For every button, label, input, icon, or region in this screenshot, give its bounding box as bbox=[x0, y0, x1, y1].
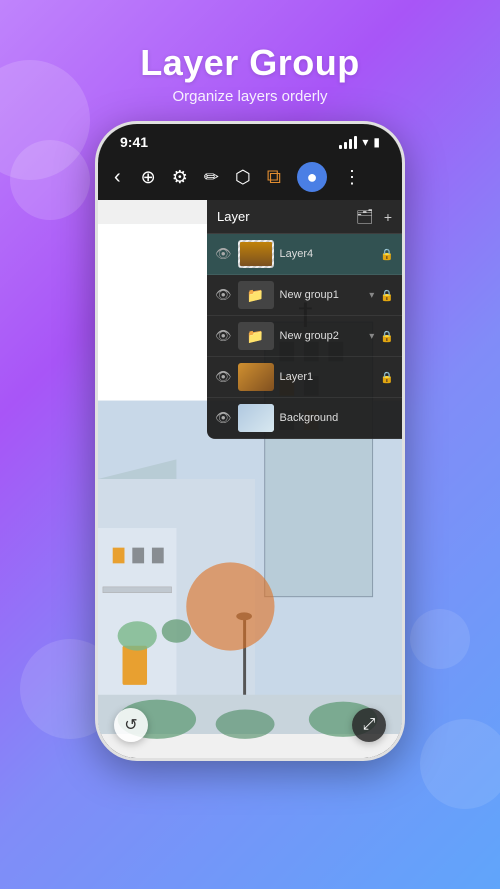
color-tool-button[interactable]: ● bbox=[297, 162, 327, 192]
page-subtitle: Organize layers orderly bbox=[140, 88, 360, 105]
layer-thumb-layer1 bbox=[238, 363, 274, 391]
layer-name-newgroup1: New group1 bbox=[280, 289, 364, 301]
pen-tool-button[interactable]: ✏ bbox=[204, 167, 219, 188]
layer-panel-header: Layer 🗂 + bbox=[207, 200, 402, 234]
signal-bar-2 bbox=[344, 142, 347, 149]
settings-tool-button[interactable]: ⚙ bbox=[172, 167, 188, 188]
layer-row-newgroup2[interactable]: 👁 📁 New group2 ▾ 🔒 bbox=[207, 316, 402, 357]
layer-name-layer1: Layer1 bbox=[280, 371, 375, 383]
layer-panel-title: Layer bbox=[217, 209, 250, 224]
layer-tool-button[interactable]: ⧉ bbox=[267, 166, 281, 189]
battery-icon: ▮ bbox=[373, 135, 380, 149]
eraser-tool-button[interactable]: ⬡ bbox=[235, 167, 251, 188]
status-icons: ▾ ▮ bbox=[339, 135, 380, 149]
signal-bar-4 bbox=[354, 136, 357, 149]
layer-row-layer4[interactable]: 👁 Layer4 🔒 bbox=[207, 234, 402, 275]
decorative-blob-4 bbox=[410, 609, 470, 669]
layer-name-background: Background bbox=[280, 412, 394, 424]
back-button[interactable]: ‹ bbox=[114, 166, 121, 189]
decorative-blob-1 bbox=[0, 60, 90, 180]
undo-button[interactable]: ↺ bbox=[114, 708, 148, 742]
layer-thumb-newgroup2: 📁 bbox=[238, 322, 274, 350]
layer-row-layer1[interactable]: 👁 Layer1 🔒 bbox=[207, 357, 402, 398]
layer-thumb-layer4 bbox=[238, 240, 274, 268]
phone-frame: 9:41 ▾ ▮ ‹ ⊕ ⚙ ✏ ⬡ ⧉ ● ⋮ bbox=[95, 121, 405, 761]
layer-name-newgroup2: New group2 bbox=[280, 330, 364, 342]
visibility-icon-layer1[interactable]: 👁 bbox=[215, 369, 232, 385]
visibility-icon-layer4[interactable]: 👁 bbox=[215, 246, 232, 262]
layer-row-newgroup1[interactable]: 👁 📁 New group1 ▾ 🔒 bbox=[207, 275, 402, 316]
layer-thumb-newgroup1: 📁 bbox=[238, 281, 274, 309]
header: Layer Group Organize layers orderly bbox=[140, 0, 360, 105]
decorative-blob-2 bbox=[10, 140, 90, 220]
add-tool-button[interactable]: ⊕ bbox=[141, 167, 156, 188]
signal-bar-1 bbox=[339, 145, 342, 149]
more-tool-button[interactable]: ⋮ bbox=[343, 167, 361, 188]
decorative-blob-5 bbox=[420, 719, 500, 809]
page-title: Layer Group bbox=[140, 42, 360, 84]
add-folder-button[interactable]: 🗂 bbox=[356, 208, 374, 225]
layer-row-background[interactable]: 👁 Background bbox=[207, 398, 402, 439]
visibility-icon-newgroup2[interactable]: 👁 bbox=[215, 328, 232, 344]
layer-panel-actions: 🗂 + bbox=[356, 208, 392, 225]
lock-icon-layer1[interactable]: 🔒 bbox=[380, 371, 394, 384]
layer-thumb-background bbox=[238, 404, 274, 432]
expand-button[interactable]: ⤢ bbox=[352, 708, 386, 742]
chevron-icon-newgroup2[interactable]: ▾ bbox=[369, 331, 374, 342]
lock-icon-newgroup2[interactable]: 🔒 bbox=[380, 330, 394, 343]
layer-panel: Layer 🗂 + 👁 Layer4 🔒 bbox=[207, 200, 402, 439]
add-layer-button[interactable]: + bbox=[384, 209, 392, 225]
phone-screen: 9:41 ▾ ▮ ‹ ⊕ ⚙ ✏ ⬡ ⧉ ● ⋮ bbox=[98, 124, 402, 758]
signal-bars-icon bbox=[339, 136, 357, 149]
lock-icon-newgroup1[interactable]: 🔒 bbox=[380, 289, 394, 302]
wifi-icon: ▾ bbox=[362, 135, 368, 149]
chevron-icon-newgroup1[interactable]: ▾ bbox=[369, 290, 374, 301]
layer-name-layer4: Layer4 bbox=[280, 248, 375, 260]
canvas-area: Layer 🗂 + 👁 Layer4 🔒 bbox=[98, 200, 402, 758]
visibility-icon-newgroup1[interactable]: 👁 bbox=[215, 287, 232, 303]
status-bar: 9:41 ▾ ▮ bbox=[98, 124, 402, 154]
toolbar: ‹ ⊕ ⚙ ✏ ⬡ ⧉ ● ⋮ bbox=[98, 154, 402, 200]
visibility-icon-background[interactable]: 👁 bbox=[215, 410, 232, 426]
signal-bar-3 bbox=[349, 139, 352, 149]
lock-icon-layer4[interactable]: 🔒 bbox=[380, 248, 394, 261]
status-time: 9:41 bbox=[120, 134, 148, 150]
